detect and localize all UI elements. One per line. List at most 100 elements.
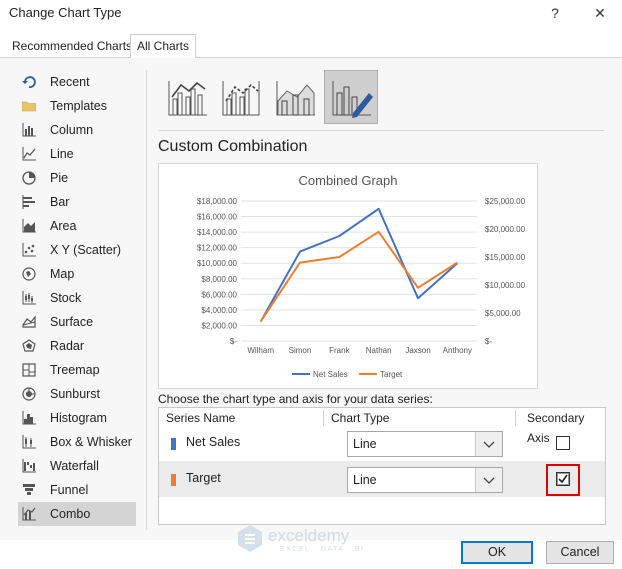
y-tick-label: $10,000.00: [197, 259, 238, 268]
custom-combination-icon: [332, 81, 373, 118]
treemap-icon: [22, 363, 36, 377]
choose-instruction: Choose the chart type and axis for your …: [158, 392, 433, 406]
dropdown-button[interactable]: [475, 468, 502, 492]
chart-legend: Net Sales Target: [292, 370, 403, 379]
dropdown-button[interactable]: [475, 432, 502, 456]
nav-label: Column: [50, 123, 94, 137]
ok-button[interactable]: OK: [461, 541, 533, 564]
nav-label: Stock: [50, 291, 82, 305]
nav-label: Map: [50, 267, 75, 281]
section-title: Custom Combination: [158, 138, 308, 155]
series-name: Target: [186, 471, 221, 485]
nav-item-bar[interactable]: Bar: [18, 190, 136, 214]
nav-label: Radar: [50, 339, 85, 353]
chart-type-list: Recent Templates Column Line Pie Bar Are…: [18, 70, 136, 526]
subtype-clustered-column-line-secondary[interactable]: [214, 70, 268, 124]
y-tick-label: $6,000.00: [201, 290, 237, 299]
surface-chart-icon: [22, 315, 36, 328]
nav-item-histogram[interactable]: Histogram: [18, 406, 136, 430]
nav-item-box-whisker[interactable]: Box & Whisker: [18, 430, 136, 454]
subtype-stacked-area-column[interactable]: [268, 70, 322, 124]
nav-item-combo[interactable]: Combo: [18, 502, 136, 526]
secondary-axis-checkbox[interactable]: [556, 436, 570, 450]
nav-item-column[interactable]: Column: [18, 118, 136, 142]
nav-item-templates[interactable]: Templates: [18, 94, 136, 118]
tab-all-charts[interactable]: All Charts: [130, 34, 197, 59]
scatter-chart-icon: [22, 243, 36, 257]
nav-item-treemap[interactable]: Treemap: [18, 358, 136, 382]
histogram-icon: [22, 411, 36, 425]
nav-item-line[interactable]: Line: [18, 142, 136, 166]
chevron-down-icon: [483, 441, 495, 448]
chart-preview: Combined Graph $18,000.00 $16,000.00 $14,0…: [158, 163, 538, 389]
series-color-swatch: [171, 474, 176, 486]
x-tick-label: Nathan: [366, 346, 392, 355]
x-tick-label: Jaxson: [405, 346, 430, 355]
nav-label: Histogram: [50, 411, 107, 425]
series-table: Series Name Chart Type Secondary Axis Ne…: [158, 407, 606, 525]
watermark: exceldemy EXCEL · DATA · BI: [236, 523, 426, 553]
legend-net-sales: Net Sales: [313, 370, 348, 379]
x-tick-label: Frank: [329, 346, 350, 355]
table-row: Net Sales Line: [159, 425, 605, 461]
nav-label: Templates: [50, 99, 107, 113]
nav-item-sunburst[interactable]: Sunburst: [18, 382, 136, 406]
subtype-custom-combination[interactable]: [324, 70, 378, 124]
nav-item-area[interactable]: Area: [18, 214, 136, 238]
nav-label: X Y (Scatter): [50, 243, 122, 257]
legend-target: Target: [380, 370, 403, 379]
y-tick-label: $8,000.00: [201, 275, 237, 284]
nav-item-radar[interactable]: Radar: [18, 334, 136, 358]
clustered-column-line-icon: [168, 81, 207, 116]
column-chart-icon: [22, 123, 36, 137]
chart-type-select[interactable]: Line: [347, 431, 503, 457]
secondary-axis-checkbox[interactable]: [556, 472, 570, 486]
subtype-clustered-column-line[interactable]: [160, 70, 214, 124]
nav-label: Bar: [50, 195, 70, 209]
pie-chart-icon: [22, 171, 36, 185]
x-tick-label: Anthony: [443, 346, 472, 355]
recent-icon: [22, 76, 36, 88]
nav-item-pie[interactable]: Pie: [18, 166, 136, 190]
nav-label: Area: [50, 219, 77, 233]
line-chart-icon: [22, 147, 36, 161]
nav-label: Box & Whisker: [50, 435, 132, 449]
tab-bar: Recommended Charts All Charts: [0, 34, 622, 59]
chart-type-select[interactable]: Line: [347, 467, 503, 493]
nav-item-surface[interactable]: Surface: [18, 310, 136, 334]
nav-item-waterfall[interactable]: Waterfall: [18, 454, 136, 478]
nav-label: Sunburst: [50, 387, 101, 401]
nav-label: Funnel: [50, 483, 89, 497]
y2-tick-label: $10,000.00: [485, 281, 526, 290]
series-line-target: [259, 230, 458, 322]
clustered-column-line-secondary-icon: [222, 81, 260, 116]
nav-label: Surface: [50, 315, 94, 329]
y-tick-label: $2,000.00: [201, 321, 237, 330]
nav-item-map[interactable]: Map: [18, 262, 136, 286]
y2-tick-label: $-: [485, 337, 492, 346]
cancel-button[interactable]: Cancel: [546, 541, 614, 564]
y-tick-label: $12,000.00: [197, 244, 238, 253]
dialog-title: Change Chart Type: [9, 5, 122, 20]
check-icon: [557, 473, 569, 485]
help-button[interactable]: ?: [543, 2, 567, 24]
tab-recommended-charts[interactable]: Recommended Charts: [6, 35, 138, 56]
combined-graph-chart: Combined Graph $18,000.00 $16,000.00 $14,0…: [197, 173, 526, 379]
series-color-swatch: [171, 438, 176, 450]
nav-item-stock[interactable]: Stock: [18, 286, 136, 310]
nav-item-scatter[interactable]: X Y (Scatter): [18, 238, 136, 262]
nav-item-recent[interactable]: Recent: [18, 70, 136, 94]
chart-type-value: Line: [353, 437, 377, 451]
close-button[interactable]: ✕: [588, 2, 612, 24]
y-tick-label: $14,000.00: [197, 228, 238, 237]
nav-item-funnel[interactable]: Funnel: [18, 478, 136, 502]
y-tick-label: $4,000.00: [201, 306, 237, 315]
waterfall-icon: [22, 459, 36, 473]
svg-text:exceldemy: exceldemy: [268, 526, 350, 545]
x-tick-label: Simon: [289, 346, 312, 355]
stock-chart-icon: [22, 291, 36, 305]
nav-label: Recent: [50, 75, 90, 89]
y-tick-label: $-: [230, 337, 237, 346]
nav-divider: [146, 70, 147, 530]
funnel-icon: [23, 484, 35, 495]
